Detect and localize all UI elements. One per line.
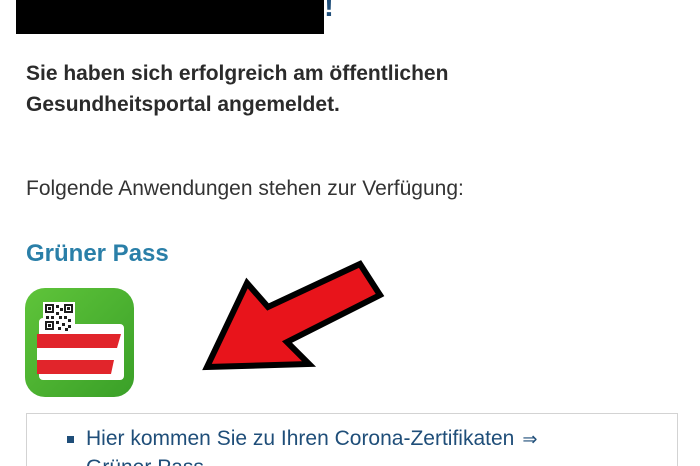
folder-flag-icon (37, 302, 124, 380)
login-success-message: Sie haben sich erfolgreich am öffentlich… (26, 62, 449, 116)
certificates-link[interactable]: Hier kommen Sie zu Ihren Corona-Zertifik… (67, 427, 537, 451)
apps-intro-text: Folgende Anwendungen stehen zur Verfügun… (26, 177, 464, 200)
red-arrow-annotation (202, 260, 385, 371)
greeting-punctuation: ! (324, 0, 334, 23)
certificates-link-label[interactable]: Hier kommen Sie zu Ihren Corona-Zertifik… (86, 427, 514, 451)
gruener-pass-link-partial[interactable]: Grüner Pass (86, 456, 204, 466)
links-box: Hier kommen Sie zu Ihren Corona-Zertifik… (26, 413, 678, 466)
app-title-gruener-pass[interactable]: Grüner Pass (26, 240, 169, 268)
gruener-pass-app-icon[interactable] (25, 288, 134, 397)
greeting-heading: ! (0, 0, 360, 36)
bullet-marker (67, 435, 74, 443)
redacted-name (16, 0, 324, 34)
arrow-right-icon: ⇒ (522, 428, 538, 449)
portal-page: ! Sie haben sich erfolgreich am öffentli… (0, 0, 700, 466)
